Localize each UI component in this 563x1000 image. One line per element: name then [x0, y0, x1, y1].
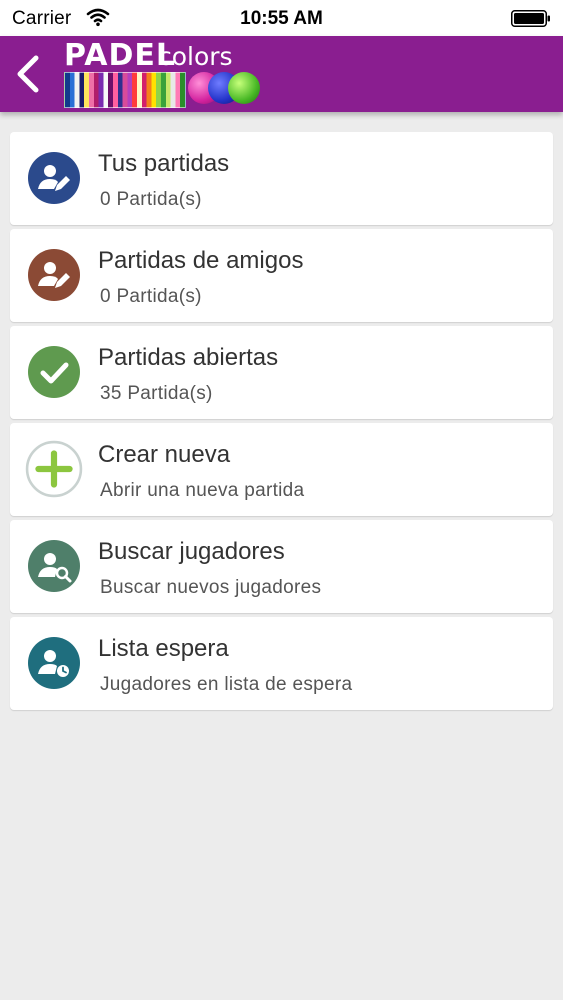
app-logo: PADEL colors — [62, 38, 272, 110]
logo-suffix: colors — [158, 42, 233, 71]
logo-stripes — [64, 72, 186, 108]
menu-item-buscar-jugadores[interactable]: Buscar jugadores Buscar nuevos jugadores — [10, 520, 553, 613]
user-clock-icon — [28, 637, 80, 689]
menu-item-title: Partidas de amigos — [98, 247, 304, 274]
menu-item-subtitle: Abrir una nueva partida — [100, 480, 305, 501]
user-search-icon — [28, 540, 80, 592]
menu-item-subtitle: 0 Partida(s) — [100, 189, 202, 210]
menu-item-title: Crear nueva — [98, 441, 231, 468]
back-button[interactable] — [6, 50, 50, 98]
chevron-left-icon — [17, 55, 39, 93]
app-header: PADEL colors — [0, 36, 563, 112]
menu-item-title: Buscar jugadores — [98, 538, 285, 565]
menu-item-title: Lista espera — [98, 635, 229, 662]
menu-item-tus-partidas[interactable]: Tus partidas 0 Partida(s) — [10, 132, 553, 225]
logo-ball-green — [228, 72, 260, 104]
menu-list: Tus partidas 0 Partida(s) Partidas de am… — [10, 132, 553, 714]
user-edit-icon — [28, 249, 80, 301]
user-edit-icon — [28, 152, 80, 204]
check-icon — [28, 346, 80, 398]
menu-item-crear-nueva[interactable]: Crear nueva Abrir una nueva partida — [10, 423, 553, 516]
battery-icon — [511, 10, 550, 27]
menu-item-title: Partidas abiertas — [98, 344, 279, 371]
plus-icon — [25, 440, 83, 498]
menu-item-subtitle: 35 Partida(s) — [100, 383, 213, 404]
menu-item-lista-espera[interactable]: Lista espera Jugadores en lista de esper… — [10, 617, 553, 710]
menu-item-partidas-abiertas[interactable]: Partidas abiertas 35 Partida(s) — [10, 326, 553, 419]
menu-item-partidas-de-amigos[interactable]: Partidas de amigos 0 Partida(s) — [10, 229, 553, 322]
menu-item-subtitle: 0 Partida(s) — [100, 286, 202, 307]
menu-item-subtitle: Buscar nuevos jugadores — [100, 577, 322, 598]
menu-item-title: Tus partidas — [98, 150, 230, 177]
status-time: 10:55 AM — [240, 8, 323, 29]
menu-item-subtitle: Jugadores en lista de espera — [100, 674, 353, 695]
status-bar: Carrier 10:55 AM — [0, 0, 563, 36]
